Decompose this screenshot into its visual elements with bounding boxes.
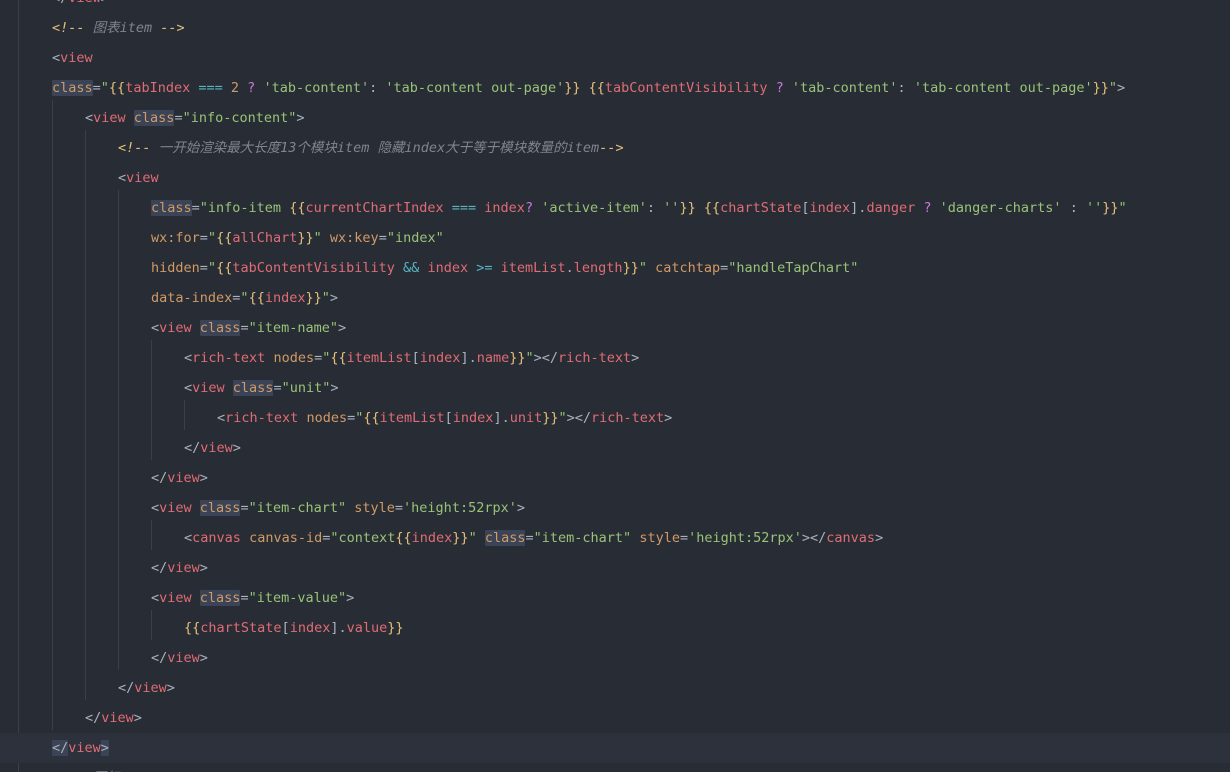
code-editor[interactable]: </view> <!-- 图表item --> <view class="{{t… xyxy=(0,0,1230,772)
code-line[interactable]: </view> xyxy=(0,433,1230,463)
code-line[interactable]: <view class="item-chart" style='height:5… xyxy=(0,493,1230,523)
code-line[interactable]: <view xyxy=(0,163,1230,193)
code-line[interactable]: </view> xyxy=(0,703,1230,733)
code-line[interactable]: </view> xyxy=(0,553,1230,583)
code-line[interactable]: hidden="{{tabContentVisibility && index … xyxy=(0,253,1230,283)
code-line[interactable]: <view class="item-name"> xyxy=(0,313,1230,343)
code-line[interactable]: <view class="unit"> xyxy=(0,373,1230,403)
code-line[interactable]: <view class="info-content"> xyxy=(0,103,1230,133)
code-line[interactable]: </view> xyxy=(0,0,1230,13)
code-line[interactable]: <canvas canvas-id="context{{index}}" cla… xyxy=(0,523,1230,553)
code-line[interactable]: data-index="{{index}}"> xyxy=(0,283,1230,313)
active-code-line[interactable]: </view> xyxy=(0,733,1230,763)
code-line[interactable]: <rich-text nodes="{{itemList[index].name… xyxy=(0,343,1230,373)
code-line[interactable]: wx:for="{{allChart}}" wx:key="index" xyxy=(0,223,1230,253)
code-line[interactable]: <view class="item-value"> xyxy=(0,583,1230,613)
code-line[interactable]: <rich-text nodes="{{itemList[index].unit… xyxy=(0,403,1230,433)
code-line[interactable]: <!-- 图标tab --> xyxy=(0,763,1230,772)
code-line[interactable]: class="info-item {{currentChartIndex ===… xyxy=(0,193,1230,223)
code-line[interactable]: {{chartState[index].value}} xyxy=(0,613,1230,643)
code-line[interactable]: </view> xyxy=(0,643,1230,673)
code-line[interactable]: <view xyxy=(0,43,1230,73)
code-line[interactable]: class="{{tabIndex === 2 ? 'tab-content':… xyxy=(0,73,1230,103)
code-line[interactable]: </view> xyxy=(0,463,1230,493)
code-line[interactable]: </view> xyxy=(0,673,1230,703)
code-line[interactable]: <!-- 图表item --> xyxy=(0,13,1230,43)
code-line[interactable]: <!-- 一开始渲染最大长度13个模块item 隐藏index大于等于模块数量的… xyxy=(0,133,1230,163)
